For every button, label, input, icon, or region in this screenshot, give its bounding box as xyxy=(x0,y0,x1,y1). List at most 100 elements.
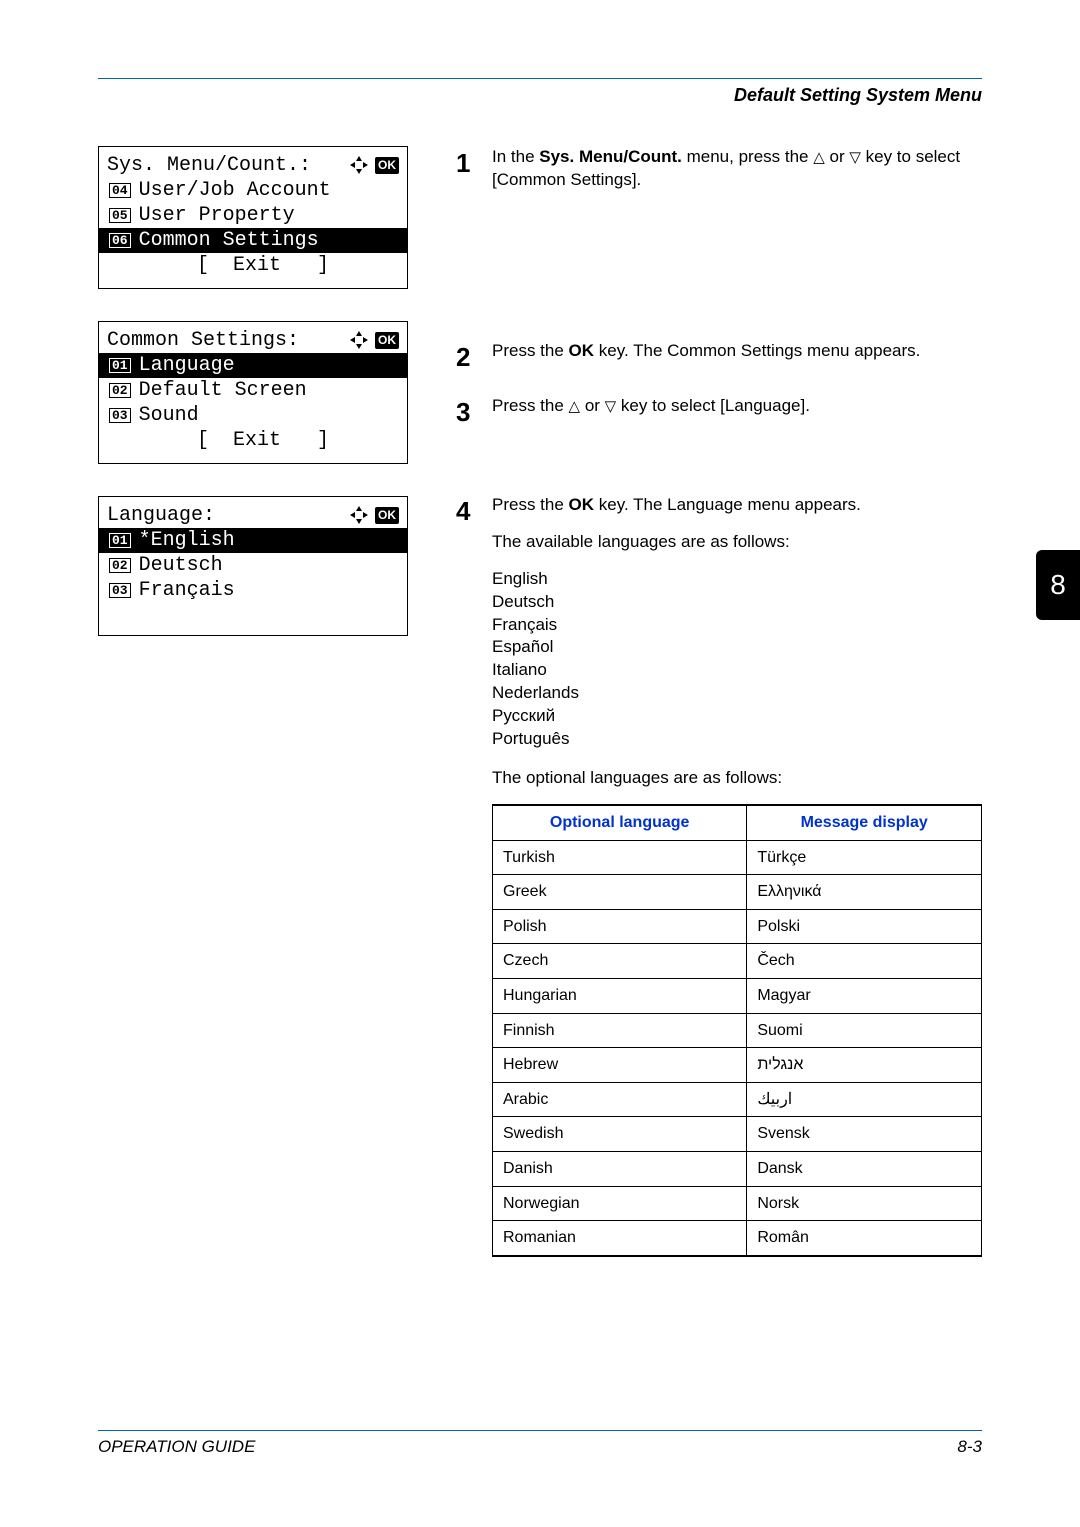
table-cell: اربيك xyxy=(747,1082,982,1117)
text: Press the xyxy=(492,396,569,415)
table-row: DanishDansk xyxy=(493,1152,982,1187)
lcd-title: Common Settings: xyxy=(107,328,343,353)
table-row: NorwegianNorsk xyxy=(493,1186,982,1221)
list-item: Français xyxy=(492,614,982,637)
bold-text: OK xyxy=(569,341,595,360)
lcd-menu-item[interactable]: 02 Default Screen xyxy=(107,378,399,403)
lcd-menu-item[interactable]: 02 Deutsch xyxy=(107,553,399,578)
table-cell: Czech xyxy=(493,944,747,979)
step-1: 1 In the Sys. Menu/Count. menu, press th… xyxy=(456,146,982,206)
footer-rule xyxy=(98,1430,982,1431)
list-item: English xyxy=(492,568,982,591)
item-label: *English xyxy=(139,528,235,553)
bold-text: OK xyxy=(569,495,595,514)
right-column: 1 In the Sys. Menu/Count. menu, press th… xyxy=(456,146,982,1275)
table-row: RomanianRomân xyxy=(493,1221,982,1256)
chapter-tab: 8 xyxy=(1036,550,1080,620)
text: key to select [Language]. xyxy=(616,396,810,415)
lcd-menu-item[interactable]: 04 User/Job Account xyxy=(107,178,399,203)
page-footer: OPERATION GUIDE 8-3 xyxy=(98,1430,982,1457)
item-number-badge: 05 xyxy=(109,208,131,223)
item-number-badge: 06 xyxy=(109,233,131,248)
lcd-menu-item[interactable]: 05User Property xyxy=(107,203,399,228)
bold-text: Sys. Menu/Count. xyxy=(539,147,682,166)
up-triangle-icon: △ xyxy=(813,149,825,166)
list-item: Español xyxy=(492,636,982,659)
table-row: TurkishTürkçe xyxy=(493,840,982,875)
table-row: CzechČech xyxy=(493,944,982,979)
step-number: 2 xyxy=(456,340,474,377)
step-body: Press the OK key. The Language menu appe… xyxy=(492,494,982,1257)
table-cell: Norwegian xyxy=(493,1186,747,1221)
page-content: Default Setting System Menu Sys. Menu/Co… xyxy=(98,78,982,1275)
list-item: Deutsch xyxy=(492,591,982,614)
table-cell: Ελληνικά xyxy=(747,875,982,910)
lcd-menu-item[interactable]: 01*English xyxy=(99,528,407,553)
ok-badge-icon: OK xyxy=(375,507,399,524)
table-cell: Hungarian xyxy=(493,979,747,1014)
text: In the xyxy=(492,147,539,166)
list-item: Português xyxy=(492,728,982,751)
item-number-badge: 04 xyxy=(109,183,131,198)
lcd-menu-item[interactable]: 06 Common Settings xyxy=(99,228,407,253)
item-label: Français xyxy=(139,578,235,603)
lcd-menu-item[interactable]: 03Sound xyxy=(107,403,399,428)
list-item: Italiano xyxy=(492,659,982,682)
text: or xyxy=(825,147,850,166)
text: key. The Language menu appears. xyxy=(594,495,861,514)
item-number-badge: 02 xyxy=(109,383,131,398)
table-cell: Suomi xyxy=(747,1013,982,1048)
table-row: GreekΕλληνικά xyxy=(493,875,982,910)
table-cell: Türkçe xyxy=(747,840,982,875)
lcd-menu-item[interactable]: 03 Français xyxy=(107,578,399,603)
item-label: Common Settings xyxy=(139,228,319,253)
table-cell: Čech xyxy=(747,944,982,979)
item-number-badge: 02 xyxy=(109,558,131,573)
table-header: Message display xyxy=(747,805,982,840)
lcd-exit[interactable]: [ Exit ] xyxy=(107,253,399,278)
table-cell: Arabic xyxy=(493,1082,747,1117)
table-row: SwedishSvensk xyxy=(493,1117,982,1152)
ok-badge-icon: OK xyxy=(375,157,399,174)
item-label: User/Job Account xyxy=(139,178,331,203)
table-cell: Finnish xyxy=(493,1013,747,1048)
table-cell: Swedish xyxy=(493,1117,747,1152)
nav-arrows-icon xyxy=(349,154,369,177)
optional-languages-table: Optional language Message display Turkis… xyxy=(492,804,982,1257)
table-row: FinnishSuomi xyxy=(493,1013,982,1048)
item-number-badge: 03 xyxy=(109,583,131,598)
table-row: HungarianMagyar xyxy=(493,979,982,1014)
item-label: Default Screen xyxy=(139,378,307,403)
table-row: PolishPolski xyxy=(493,909,982,944)
table-cell: Turkish xyxy=(493,840,747,875)
item-label: Language xyxy=(139,353,235,378)
text: The available languages are as follows: xyxy=(492,531,982,554)
lcd-title: Sys. Menu/Count.: xyxy=(107,153,343,178)
footer-left: OPERATION GUIDE xyxy=(98,1437,255,1457)
step-4: 4 Press the OK key. The Language menu ap… xyxy=(456,494,982,1257)
nav-arrows-icon xyxy=(349,329,369,352)
footer-right: 8-3 xyxy=(957,1437,982,1457)
table-cell: Magyar xyxy=(747,979,982,1014)
table-cell: Român xyxy=(747,1221,982,1256)
step-2: 2 Press the OK key. The Common Settings … xyxy=(456,340,982,377)
lcd-panel: Common Settings:OK01Language02Default Sc… xyxy=(98,321,408,464)
section-title: Default Setting System Menu xyxy=(98,85,982,106)
item-label: Deutsch xyxy=(139,553,223,578)
table-cell: Norsk xyxy=(747,1186,982,1221)
list-item: Русский xyxy=(492,705,982,728)
down-triangle-icon: ▽ xyxy=(849,149,861,166)
down-triangle-icon: ▽ xyxy=(605,398,617,415)
lcd-exit[interactable]: [ Exit ] xyxy=(107,428,399,453)
text: Press the xyxy=(492,495,569,514)
table-cell: Polish xyxy=(493,909,747,944)
item-label: Sound xyxy=(139,403,199,428)
content-columns: Sys. Menu/Count.: OK 04 User/Job Account05U… xyxy=(98,146,982,1275)
table-cell: Hebrew xyxy=(493,1048,747,1083)
table-cell: Greek xyxy=(493,875,747,910)
left-column: Sys. Menu/Count.: OK 04 User/Job Account05U… xyxy=(98,146,408,668)
list-item: Nederlands xyxy=(492,682,982,705)
lcd-menu-item[interactable]: 01Language xyxy=(99,353,407,378)
step-body: Press the OK key. The Common Settings me… xyxy=(492,340,982,377)
lcd-panel: Sys. Menu/Count.: OK 04 User/Job Account05U… xyxy=(98,146,408,289)
